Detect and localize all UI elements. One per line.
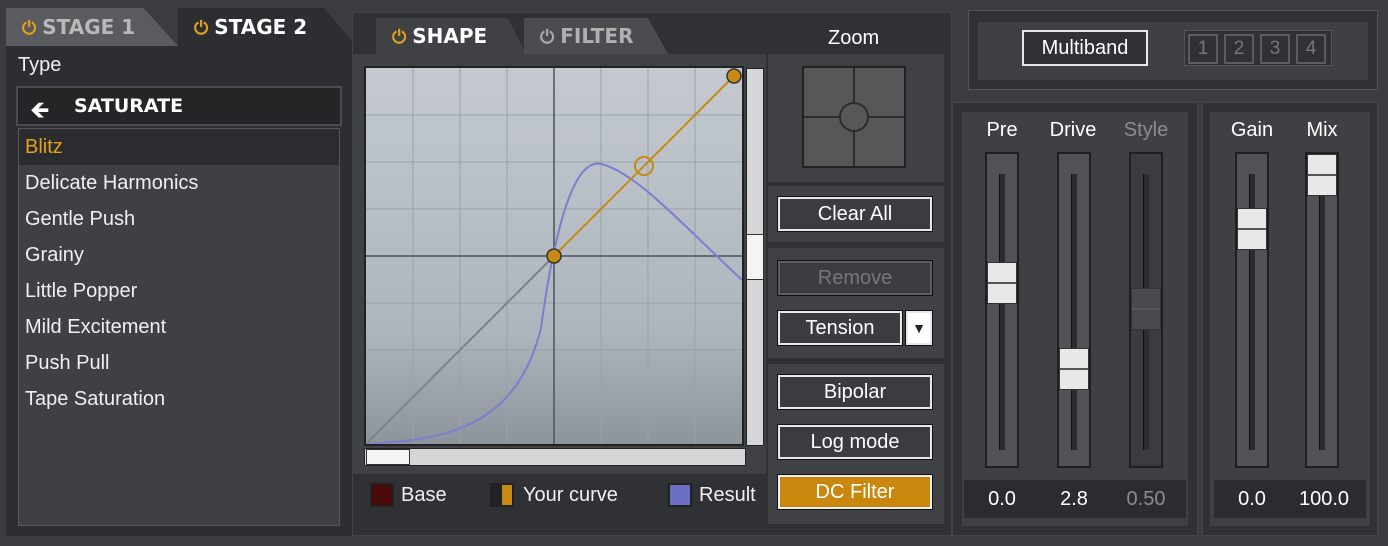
zoom-navigator[interactable] <box>802 66 906 168</box>
zoom-label: Zoom <box>828 27 880 49</box>
list-item[interactable]: Gentle Push <box>19 201 339 237</box>
mix-label: Mix <box>1306 119 1338 141</box>
tab-stage-2[interactable]: ⏻ STAGE 2 <box>178 8 356 46</box>
drive-label: Drive <box>1049 119 1097 141</box>
pre-value: 0.0 <box>988 488 1016 510</box>
drive-value: 2.8 <box>1060 488 1088 510</box>
horizontal-scrollbar[interactable] <box>364 448 746 466</box>
gain-label: Gain <box>1230 119 1274 141</box>
style-value: 0.50 <box>1126 488 1166 510</box>
pre-label: Pre <box>986 119 1018 141</box>
list-item[interactable]: Delicate Harmonics <box>19 165 339 201</box>
power-icon[interactable]: ⏻ <box>540 27 554 48</box>
list-item[interactable]: Tape Saturation <box>19 381 339 417</box>
bipolar-button[interactable]: Bipolar <box>778 375 932 409</box>
pre-slider[interactable] <box>985 152 1019 468</box>
tab-filter[interactable]: ⏻ FILTER <box>524 18 668 54</box>
gain-value: 0.0 <box>1238 488 1266 510</box>
output-panel-inner <box>1210 112 1370 526</box>
curve-node <box>546 248 562 264</box>
tab-stage-1[interactable]: ⏻ STAGE 1 <box>6 8 178 46</box>
legend-base: Base <box>401 484 447 506</box>
type-selector-button[interactable]: 🡸 SATURATE <box>16 86 342 126</box>
list-item[interactable]: Mild Excitement <box>19 309 339 345</box>
result-swatch <box>668 483 692 507</box>
drive-slider-handle[interactable] <box>1059 348 1089 390</box>
curve-graph[interactable] <box>364 66 744 446</box>
dc-filter-button[interactable]: DC Filter <box>778 475 932 509</box>
band-2-button[interactable]: 2 <box>1224 34 1254 64</box>
log-mode-button[interactable]: Log mode <box>778 425 932 459</box>
curve-node <box>726 68 742 84</box>
horizontal-scroll-thumb[interactable] <box>366 449 410 465</box>
type-selector-label: SATURATE <box>74 95 184 117</box>
list-item[interactable]: Little Popper <box>19 273 339 309</box>
list-item[interactable]: Grainy <box>19 237 339 273</box>
style-slider-handle[interactable] <box>1131 288 1161 330</box>
mix-slider[interactable] <box>1305 152 1339 468</box>
power-icon[interactable]: ⏻ <box>22 18 36 39</box>
remove-button[interactable]: Remove <box>778 261 932 295</box>
style-label: Style <box>1123 119 1169 141</box>
list-item[interactable]: Blitz <box>19 129 339 165</box>
type-label: Type <box>18 54 62 76</box>
base-swatch <box>370 483 394 507</box>
tab-shape[interactable]: ⏻ SHAPE <box>376 18 526 54</box>
band-4-button[interactable]: 4 <box>1296 34 1326 64</box>
gain-slider[interactable] <box>1235 152 1269 468</box>
your-curve-line <box>553 75 735 257</box>
legend-result: Result <box>699 484 756 506</box>
legend-your-curve: Your curve <box>523 484 618 506</box>
tension-select[interactable]: Tension <box>778 311 902 345</box>
mix-value: 100.0 <box>1298 488 1350 510</box>
pre-slider-handle[interactable] <box>987 262 1017 304</box>
tab-filter-label: FILTER <box>560 24 634 48</box>
tab-stage-1-label: STAGE 1 <box>42 15 136 39</box>
list-item[interactable]: Push Pull <box>19 345 339 381</box>
multiband-button[interactable]: Multiband <box>1022 30 1148 66</box>
gain-slider-handle[interactable] <box>1237 208 1267 250</box>
chevron-down-icon[interactable]: ▼ <box>906 311 932 345</box>
mix-slider-handle[interactable] <box>1307 154 1337 196</box>
power-icon[interactable]: ⏻ <box>392 27 406 48</box>
tab-stage-2-label: STAGE 2 <box>214 15 308 39</box>
preset-list: Blitz Delicate Harmonics Gentle Push Gra… <box>18 128 340 526</box>
power-icon[interactable]: ⏻ <box>194 18 208 39</box>
vertical-scroll-thumb[interactable] <box>746 234 764 280</box>
clear-all-button[interactable]: Clear All <box>778 197 932 231</box>
band-1-button[interactable]: 1 <box>1188 34 1218 64</box>
band-3-button[interactable]: 3 <box>1260 34 1290 64</box>
your-curve-swatch <box>490 483 514 507</box>
tab-shape-label: SHAPE <box>412 24 488 48</box>
drive-slider[interactable] <box>1057 152 1091 468</box>
